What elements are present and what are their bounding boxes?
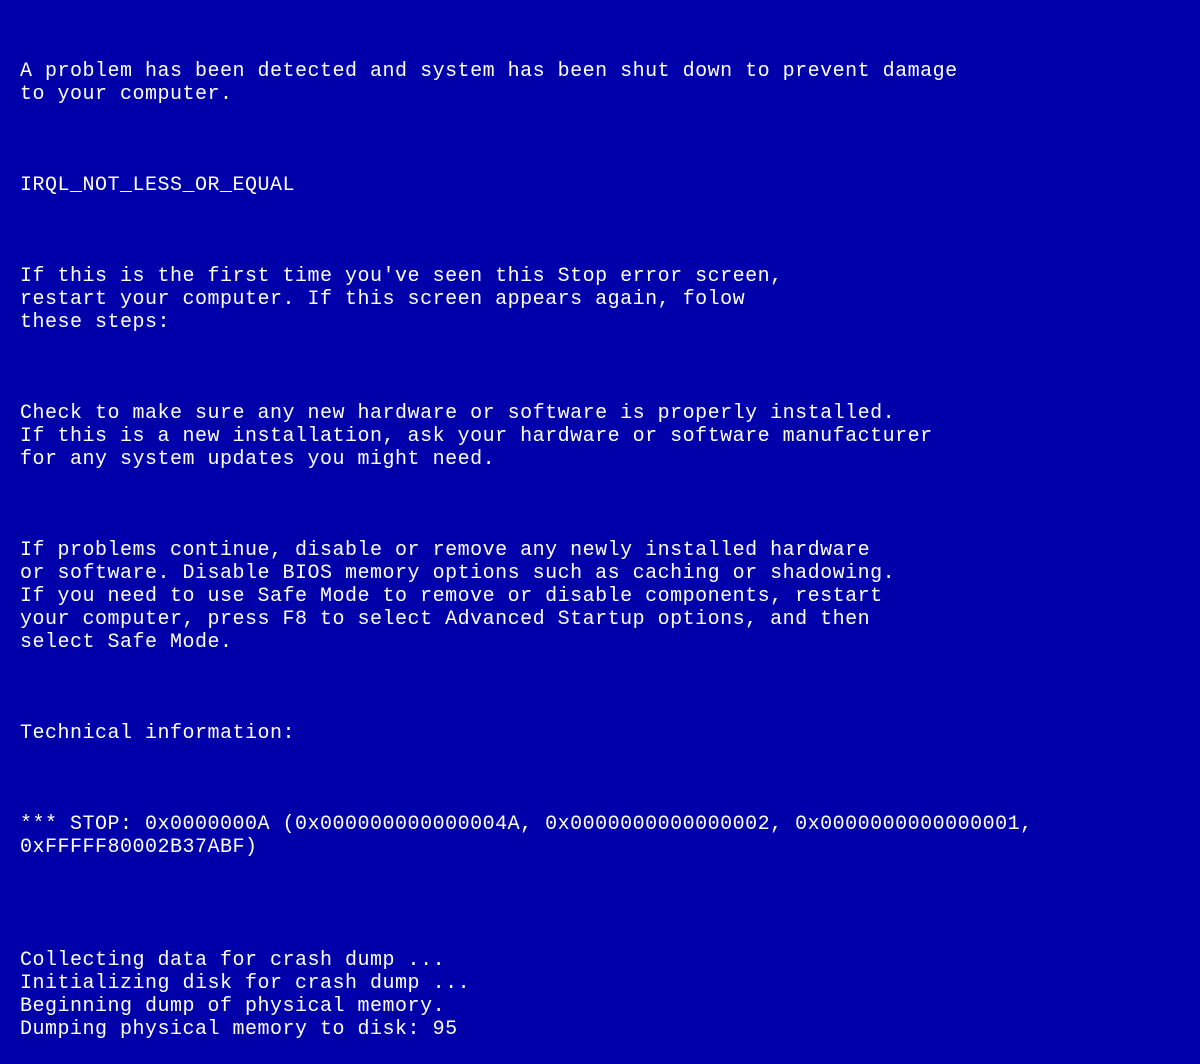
bsod-dump-status: Collecting data for crash dump ... Initi… bbox=[20, 949, 1180, 1041]
bsod-header-message: A problem has been detected and system h… bbox=[20, 60, 1180, 106]
bsod-problems-continue: If problems continue, disable or remove … bbox=[20, 539, 1180, 654]
bsod-stop-code: *** STOP: 0x0000000A (0x000000000000004A… bbox=[20, 813, 1180, 859]
bsod-screen: A problem has been detected and system h… bbox=[20, 14, 1180, 1064]
bsod-technical-info-label: Technical information: bbox=[20, 722, 1180, 745]
bsod-error-code: IRQL_NOT_LESS_OR_EQUAL bbox=[20, 174, 1180, 197]
bsod-check-hardware: Check to make sure any new hardware or s… bbox=[20, 402, 1180, 471]
bsod-first-time-instructions: If this is the first time you've seen th… bbox=[20, 265, 1180, 334]
